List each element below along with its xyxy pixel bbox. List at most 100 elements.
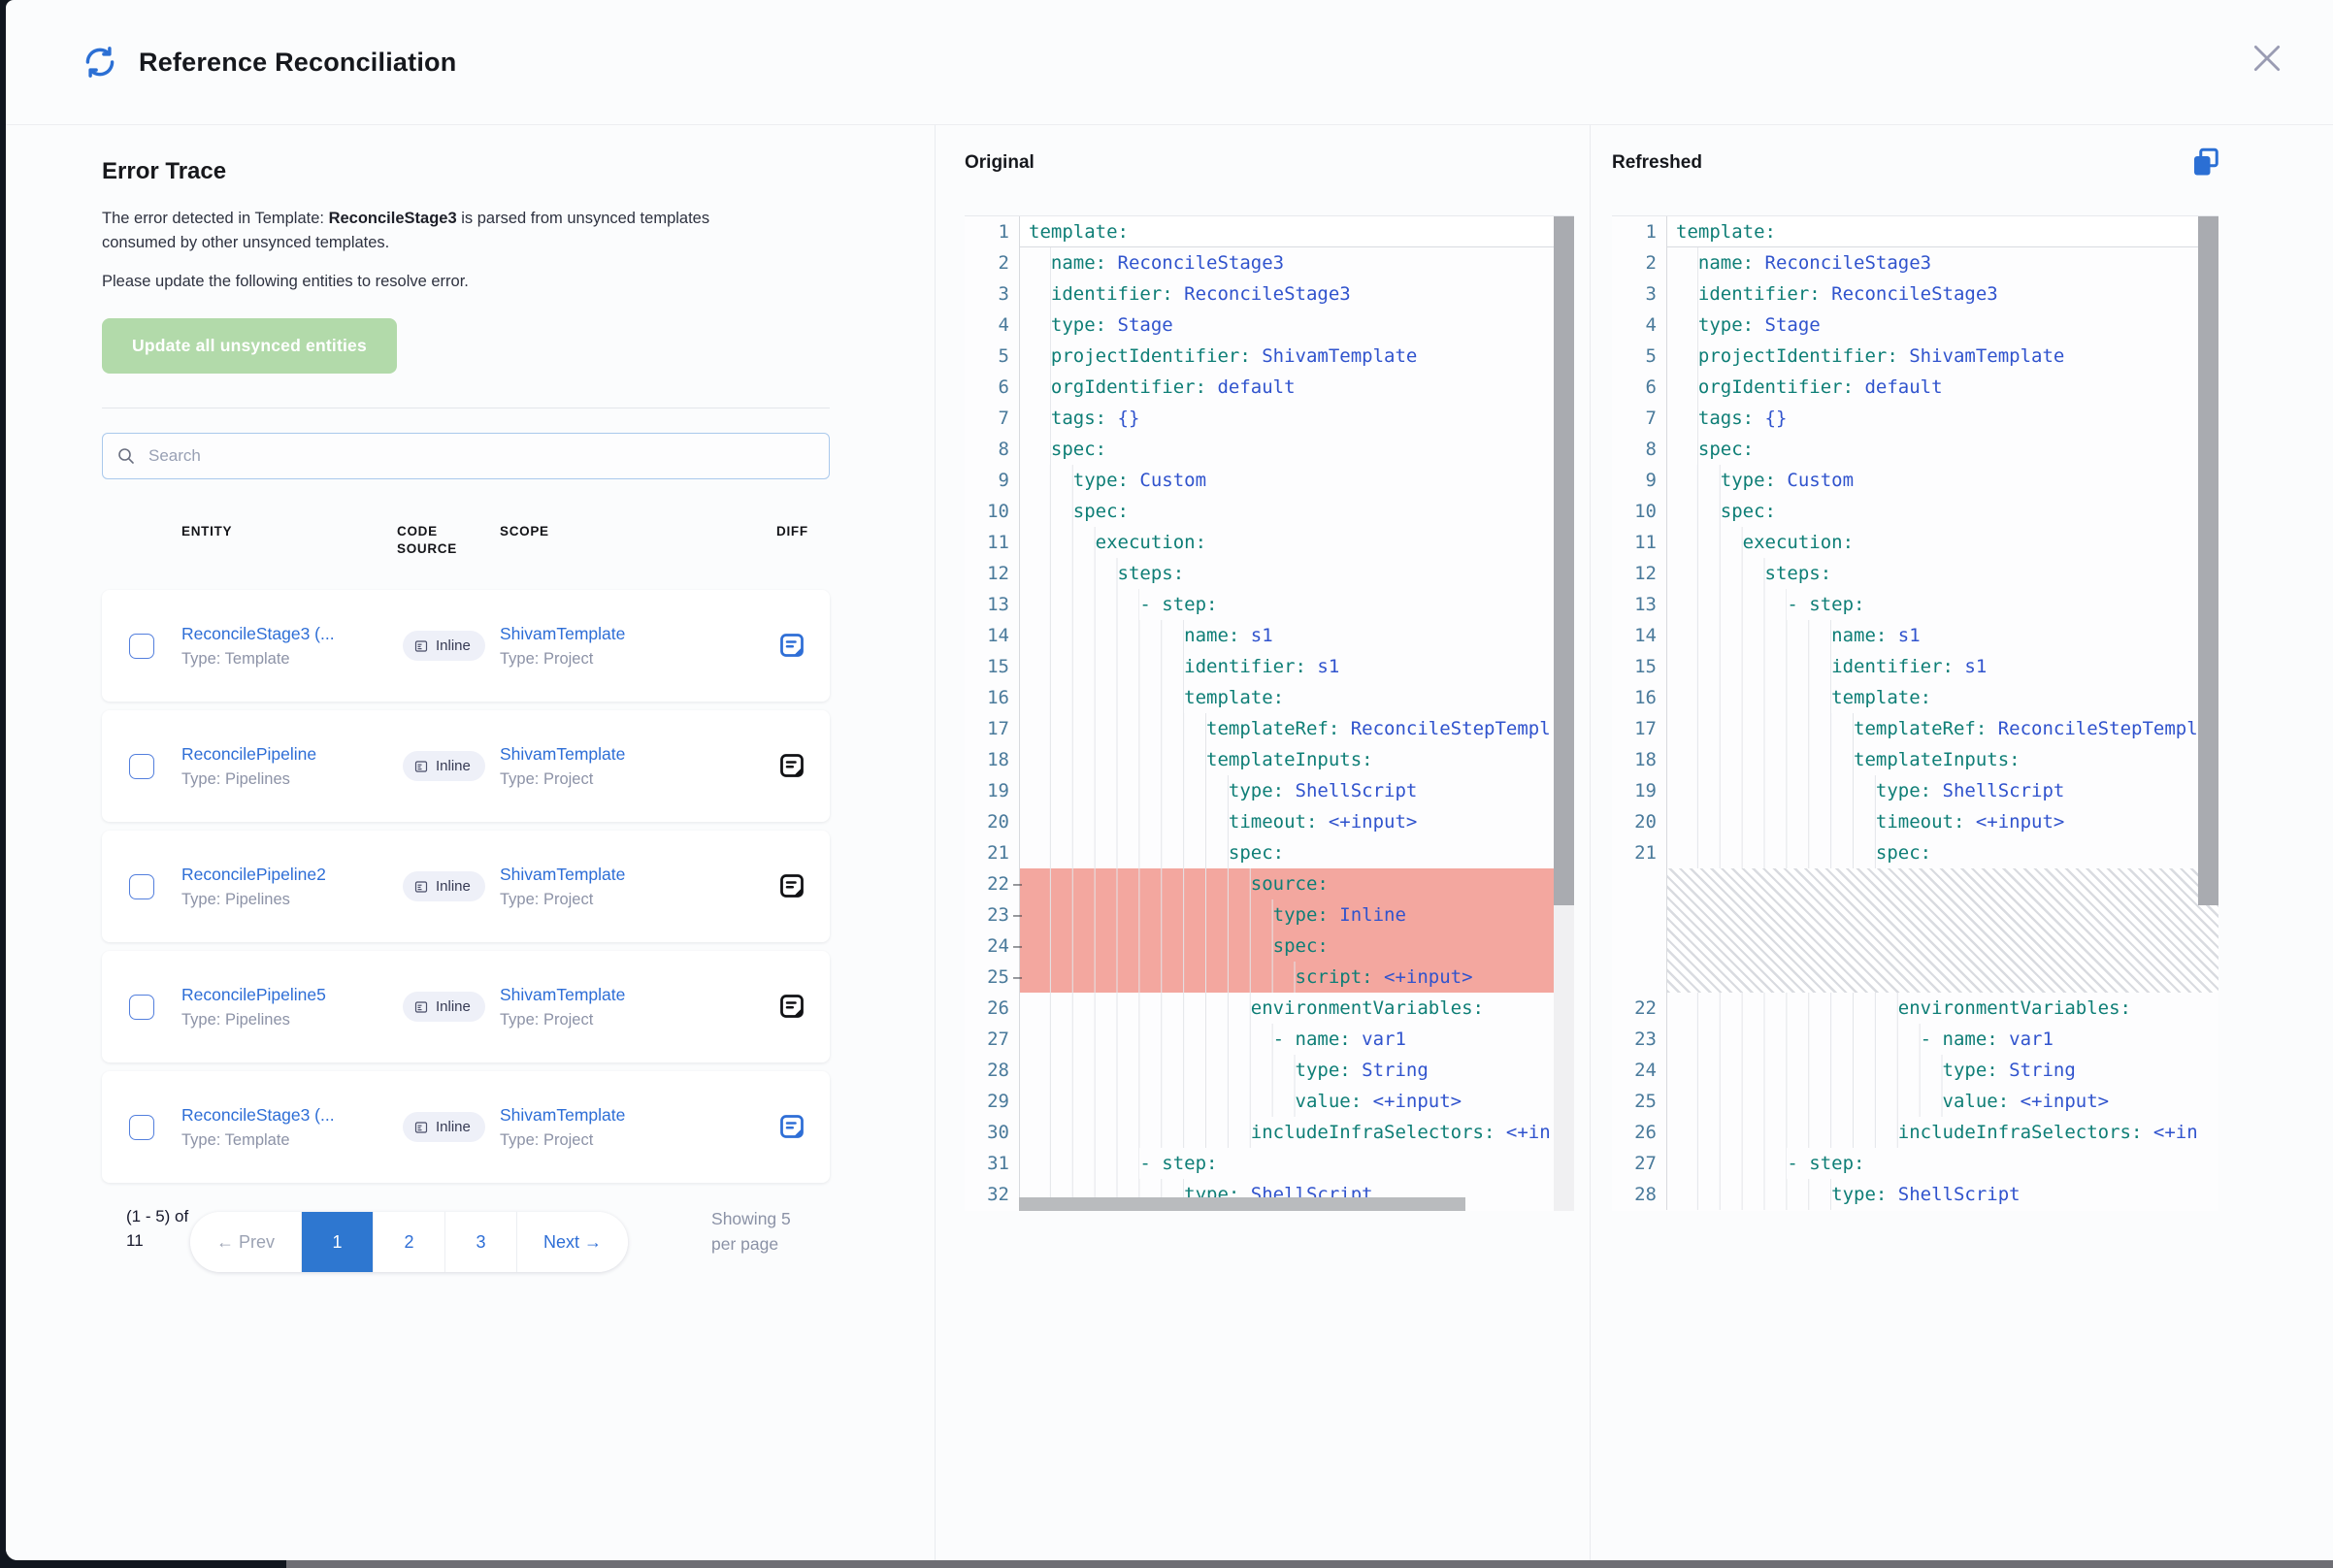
scope-link[interactable]: ShivamTemplate	[500, 864, 771, 886]
code-line: 10spec:	[1612, 496, 2218, 527]
inline-icon	[413, 1120, 429, 1135]
removed-line-marker: —	[1013, 899, 1022, 931]
indent-guides	[1676, 434, 1698, 465]
scope-link[interactable]: ShivamTemplate	[500, 984, 771, 1006]
line-number: 13	[1612, 589, 1666, 620]
yaml-key: name:	[1831, 625, 1887, 646]
page-button-2[interactable]: 2	[373, 1212, 444, 1272]
indent-guides	[1676, 372, 1698, 403]
search-input[interactable]	[147, 445, 815, 467]
entity-link[interactable]: ReconcileStage3 (...	[181, 623, 397, 645]
code-line: 2name: ReconcileStage3	[965, 247, 1574, 278]
line-number: 7	[965, 403, 1019, 434]
diff-icon[interactable]	[776, 1112, 807, 1143]
code-line: 8spec:	[965, 434, 1574, 465]
next-page-button[interactable]: Next →	[516, 1212, 628, 1272]
page-button-3[interactable]: 3	[444, 1212, 516, 1272]
entity-link[interactable]: ReconcilePipeline5	[181, 984, 397, 1006]
indent-guides	[1029, 806, 1229, 837]
line-number: 5	[965, 341, 1019, 372]
yaml-value: Custom	[1776, 470, 1854, 491]
entity-table-body: ReconcileStage3 (...Type: TemplateInline…	[102, 590, 935, 1183]
line-number: 28	[965, 1055, 1019, 1086]
line-number: 9	[965, 465, 1019, 496]
entity-link[interactable]: ReconcileStage3 (...	[181, 1104, 397, 1127]
code-line: 25value: <+input>	[1612, 1086, 2218, 1117]
code-line-content: spec:	[1019, 931, 1574, 962]
code-line: 22—source:	[965, 868, 1574, 899]
yaml-key: includeInfraSelectors:	[1898, 1122, 2143, 1143]
column-header-entity: ENTITY	[181, 523, 397, 540]
diff-icon[interactable]	[776, 631, 807, 662]
yaml-key: execution:	[1096, 532, 1206, 553]
copy-icon[interactable]	[2188, 145, 2223, 180]
entity-link[interactable]: ReconcilePipeline	[181, 743, 397, 766]
scope-link[interactable]: ShivamTemplate	[500, 1104, 771, 1127]
inline-icon	[413, 999, 429, 1015]
code-line: 20timeout: <+input>	[965, 806, 1574, 837]
yaml-key: templateInputs:	[1206, 749, 1373, 770]
code-line: 23- name: var1	[1612, 1024, 2218, 1055]
code-line: 2name: ReconcileStage3	[1612, 247, 2218, 278]
scope-link[interactable]: ShivamTemplate	[500, 623, 771, 645]
yaml-key: type:	[1721, 470, 1776, 491]
code-line: 26environmentVariables:	[965, 993, 1574, 1024]
code-line: 14name: s1	[1612, 620, 2218, 651]
row-checkbox[interactable]	[129, 634, 154, 659]
indent-guides	[1676, 496, 1721, 527]
original-panel: Original 1template:2name: ReconcileStage…	[935, 125, 1590, 1560]
row-checkbox[interactable]	[129, 874, 154, 899]
page-button-1[interactable]: 1	[301, 1212, 373, 1272]
code-line: 7tags: {}	[965, 403, 1574, 434]
code-line-content: value: <+input>	[1666, 1086, 2218, 1117]
yaml-key: identifier:	[1051, 283, 1173, 305]
code-line-content: templateRef: ReconcileStepTempl	[1666, 713, 2218, 744]
original-vertical-scrollbar-thumb[interactable]	[1554, 216, 1574, 905]
scope-link[interactable]: ShivamTemplate	[500, 743, 771, 766]
entity-cell: ReconcilePipeline2Type: Pipelines	[181, 864, 397, 910]
code-line: 9type: Custom	[965, 465, 1574, 496]
code-line-content: type: Custom	[1666, 465, 2218, 496]
yaml-key: value:	[1296, 1091, 1363, 1112]
row-checkbox[interactable]	[129, 754, 154, 779]
yaml-value: ShivamTemplate	[1898, 345, 2065, 367]
line-number: 22—	[965, 868, 1019, 899]
code-line: 21spec:	[965, 837, 1574, 868]
yaml-value: <+in	[2142, 1122, 2197, 1143]
entity-link[interactable]: ReconcilePipeline2	[181, 864, 397, 886]
dialog-body: Error Trace The error detected in Templa…	[6, 125, 2333, 1560]
update-all-unsynced-entities-button[interactable]: Update all unsynced entities	[102, 318, 397, 374]
code-source-badge: Inline	[403, 871, 485, 901]
scope-type-label: Type: Project	[500, 889, 771, 910]
yaml-key: - name:	[1921, 1029, 1998, 1050]
close-icon[interactable]	[2248, 39, 2286, 78]
yaml-key: spec:	[1721, 501, 1776, 522]
yaml-key: type:	[1876, 780, 1931, 801]
prev-page-button[interactable]: ← Prev	[190, 1212, 301, 1272]
browser-horizontal-scrollbar[interactable]	[286, 1560, 2333, 1568]
yaml-key: - step:	[1139, 1153, 1217, 1174]
diff-icon[interactable]	[776, 992, 807, 1023]
diff-icon[interactable]	[776, 871, 807, 902]
entity-type-label: Type: Pipelines	[181, 1009, 397, 1030]
refreshed-panel-title: Refreshed	[1612, 152, 1702, 174]
code-line: 3identifier: ReconcileStage3	[1612, 278, 2218, 310]
line-number: 32	[965, 1179, 1019, 1210]
original-horizontal-scrollbar-thumb[interactable]	[1019, 1197, 1465, 1211]
refreshed-vertical-scrollbar-thumb[interactable]	[2198, 216, 2218, 905]
yaml-value: ReconcileStage3	[1754, 252, 1931, 274]
row-checkbox[interactable]	[129, 995, 154, 1020]
code-source-label: Inline	[436, 998, 471, 1015]
row-checkbox[interactable]	[129, 1115, 154, 1140]
diff-icon[interactable]	[776, 751, 807, 782]
code-line: 16template:	[965, 682, 1574, 713]
yaml-key: orgIdentifier:	[1051, 376, 1206, 398]
code-line-content: name: ReconcileStage3	[1019, 247, 1574, 278]
code-line: 30includeInfraSelectors: <+in	[965, 1117, 1574, 1148]
dialog-header: Reference Reconciliation	[6, 0, 2333, 125]
code-line-content: environmentVariables:	[1019, 993, 1574, 1024]
yaml-key: type:	[1296, 1060, 1351, 1081]
error-description: The error detected in Template: Reconcil…	[102, 207, 766, 255]
yaml-key: spec:	[1051, 439, 1106, 460]
indent-guides	[1676, 310, 1698, 341]
